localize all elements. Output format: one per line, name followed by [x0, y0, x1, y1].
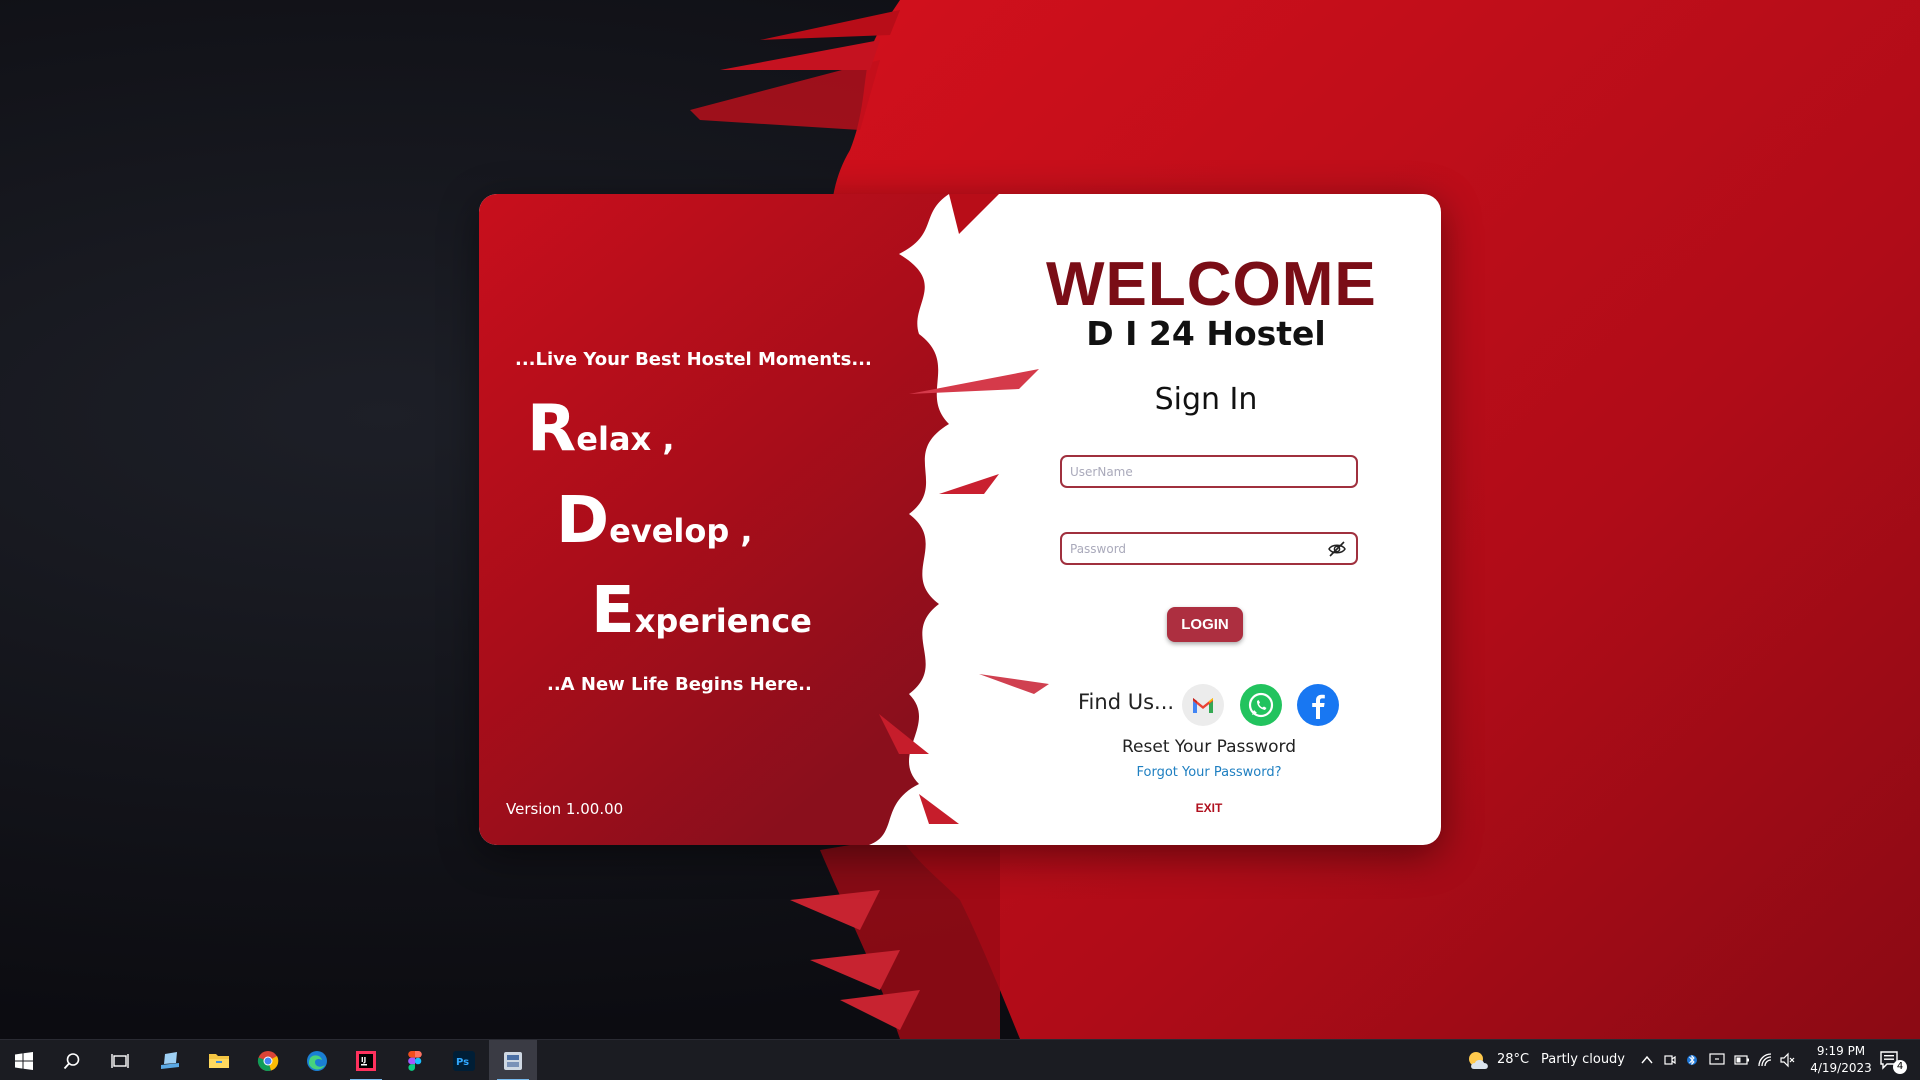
forgot-password-link[interactable]: Forgot Your Password?: [1046, 765, 1372, 780]
whatsapp-icon[interactable]: [1240, 684, 1282, 726]
word-experience-rest: xperience: [634, 602, 812, 640]
notification-count-badge: 4: [1893, 1060, 1907, 1074]
hide-password-icon[interactable]: [1327, 540, 1347, 558]
word-experience: Experience: [591, 574, 812, 648]
gmail-icon[interactable]: [1182, 684, 1224, 726]
chevron-up-icon[interactable]: [1641, 1054, 1653, 1066]
clock-date[interactable]: 4/19/2023: [1806, 1061, 1876, 1075]
clock-time[interactable]: 9:19 PM: [1811, 1044, 1871, 1058]
word-relax: Relax ,: [527, 392, 674, 466]
word-experience-initial: E: [591, 574, 635, 648]
app-icon[interactable]: [146, 1040, 194, 1080]
edge-icon[interactable]: [293, 1040, 341, 1080]
login-button[interactable]: LOGIN: [1167, 607, 1243, 642]
task-view-icon[interactable]: [96, 1040, 144, 1080]
taskbar: IJ Ps 28°C Partly cloudy 9:19 PM 4/19/20…: [0, 1039, 1920, 1080]
word-develop-rest: evelop ,: [609, 512, 753, 550]
exit-button[interactable]: EXIT: [1179, 801, 1239, 815]
word-develop-initial: D: [556, 484, 610, 558]
photoshop-icon[interactable]: Ps: [440, 1040, 488, 1080]
welcome-title: WELCOME: [1046, 250, 1377, 319]
chrome-icon[interactable]: [244, 1040, 292, 1080]
password-field[interactable]: [1060, 532, 1358, 565]
file-explorer-icon[interactable]: [195, 1040, 243, 1080]
network-icon[interactable]: [1757, 1052, 1773, 1068]
hostel-name: D I 24 Hostel: [1086, 314, 1326, 353]
battery-icon[interactable]: [1734, 1054, 1750, 1066]
windows-start-icon[interactable]: [0, 1040, 48, 1080]
search-icon[interactable]: [48, 1040, 96, 1080]
meet-now-icon[interactable]: [1664, 1052, 1676, 1068]
login-window: ...Live Your Best Hostel Moments... Rela…: [479, 194, 1441, 845]
sign-in-heading: Sign In: [1154, 382, 1258, 417]
active-app-icon[interactable]: [489, 1040, 537, 1080]
weather-temperature[interactable]: 28°C: [1497, 1052, 1529, 1067]
word-develop: Develop ,: [556, 484, 753, 558]
wifi-status-icon[interactable]: [1709, 1052, 1725, 1067]
version-label: Version 1.00.00: [506, 800, 624, 818]
find-us-label: Find Us...: [1078, 690, 1175, 714]
bluetooth-icon[interactable]: [1687, 1051, 1697, 1069]
figma-icon[interactable]: [391, 1040, 439, 1080]
svg-text:Ps: Ps: [456, 1057, 469, 1068]
word-relax-initial: R: [527, 392, 577, 466]
weather-icon[interactable]: [1466, 1049, 1492, 1073]
slogan-top: ...Live Your Best Hostel Moments...: [515, 349, 872, 370]
reset-password-heading: Reset Your Password: [1122, 737, 1296, 757]
facebook-icon[interactable]: [1297, 684, 1339, 726]
volume-muted-icon[interactable]: [1780, 1052, 1796, 1068]
weather-description[interactable]: Partly cloudy: [1541, 1052, 1625, 1067]
username-field[interactable]: [1060, 455, 1358, 488]
svg-text:IJ: IJ: [361, 1056, 366, 1064]
word-relax-rest: elax ,: [576, 420, 675, 458]
intellij-icon[interactable]: IJ: [342, 1040, 390, 1080]
slogan-bottom: ..A New Life Begins Here..: [547, 674, 812, 695]
